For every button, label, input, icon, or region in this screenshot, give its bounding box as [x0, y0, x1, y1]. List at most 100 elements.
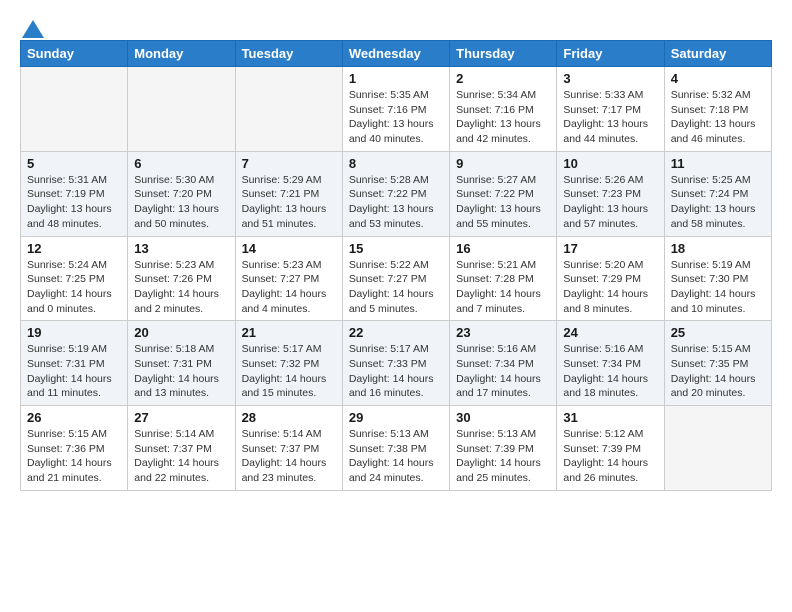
calendar-cell: 9Sunrise: 5:27 AM Sunset: 7:22 PM Daylig… — [450, 151, 557, 236]
day-number: 31 — [563, 410, 657, 425]
page-header — [20, 20, 772, 34]
cell-content: Sunrise: 5:35 AM Sunset: 7:16 PM Dayligh… — [349, 88, 443, 147]
calendar-cell: 19 Sunrise: 5:19 AM Sunset: 7:31 PM Dayli… — [21, 321, 128, 406]
day-number: 19 — [27, 325, 121, 340]
calendar-cell: 10 Sunrise: 5:26 AM Sunset: 7:23 PM Dayli… — [557, 151, 664, 236]
calendar-cell: 15 Sunrise: 5:22 AM Sunset: 7:27 PM Dayli… — [342, 236, 449, 321]
cell-content: Sunrise: 5:19 AM Sunset: 7:31 PM Dayligh… — [27, 342, 121, 401]
calendar-cell: 12 Sunrise: 5:24 AM Sunset: 7:25 PM Dayli… — [21, 236, 128, 321]
cell-content: Sunrise: 5:31 AM Sunset: 7:19 PM Dayligh… — [27, 173, 121, 232]
calendar-cell: 24 Sunrise: 5:16 AM Sunset: 7:34 PM Dayli… — [557, 321, 664, 406]
cell-content: Sunrise: 5:29 AM Sunset: 7:21 PM Dayligh… — [242, 173, 336, 232]
calendar-cell: 13 Sunrise: 5:23 AM Sunset: 7:26 PM Dayli… — [128, 236, 235, 321]
calendar-cell: 4 Sunrise: 5:32 AM Sunset: 7:18 PM Daylig… — [664, 67, 771, 152]
cell-content: Sunrise: 5:14 AM Sunset: 7:37 PM Dayligh… — [242, 427, 336, 486]
cell-content: Sunrise: 5:13 AM Sunset: 7:38 PM Dayligh… — [349, 427, 443, 486]
calendar-cell: 14Sunrise: 5:23 AM Sunset: 7:27 PM Dayli… — [235, 236, 342, 321]
calendar-week-row: 1 Sunrise: 5:35 AM Sunset: 7:16 PM Daylig… — [21, 67, 772, 152]
calendar-cell: 8 Sunrise: 5:28 AM Sunset: 7:22 PM Daylig… — [342, 151, 449, 236]
day-number: 16 — [456, 241, 550, 256]
day-number: 6 — [134, 156, 228, 171]
cell-content: Sunrise: 5:12 AM Sunset: 7:39 PM Dayligh… — [563, 427, 657, 486]
cell-content: Sunrise: 5:24 AM Sunset: 7:25 PM Dayligh… — [27, 258, 121, 317]
calendar-cell: 5Sunrise: 5:31 AM Sunset: 7:19 PM Daylig… — [21, 151, 128, 236]
calendar-cell: 1 Sunrise: 5:35 AM Sunset: 7:16 PM Daylig… — [342, 67, 449, 152]
day-number: 17 — [563, 241, 657, 256]
day-number: 21 — [242, 325, 336, 340]
calendar-cell: 25 Sunrise: 5:15 AM Sunset: 7:35 PM Dayli… — [664, 321, 771, 406]
calendar-cell: 30Sunrise: 5:13 AM Sunset: 7:39 PM Dayli… — [450, 406, 557, 491]
day-number: 9 — [456, 156, 550, 171]
weekday-header-saturday: Saturday — [664, 41, 771, 67]
cell-content: Sunrise: 5:15 AM Sunset: 7:36 PM Dayligh… — [27, 427, 121, 486]
calendar-cell: 11 Sunrise: 5:25 AM Sunset: 7:24 PM Dayli… — [664, 151, 771, 236]
day-number: 2 — [456, 71, 550, 86]
calendar-week-row: 19 Sunrise: 5:19 AM Sunset: 7:31 PM Dayli… — [21, 321, 772, 406]
cell-content: Sunrise: 5:26 AM Sunset: 7:23 PM Dayligh… — [563, 173, 657, 232]
weekday-header-tuesday: Tuesday — [235, 41, 342, 67]
day-number: 11 — [671, 156, 765, 171]
cell-content: Sunrise: 5:15 AM Sunset: 7:35 PM Dayligh… — [671, 342, 765, 401]
calendar-cell — [21, 67, 128, 152]
cell-content: Sunrise: 5:13 AM Sunset: 7:39 PM Dayligh… — [456, 427, 550, 486]
calendar-week-row: 12 Sunrise: 5:24 AM Sunset: 7:25 PM Dayli… — [21, 236, 772, 321]
calendar-cell: 16 Sunrise: 5:21 AM Sunset: 7:28 PM Dayli… — [450, 236, 557, 321]
calendar-cell: 23Sunrise: 5:16 AM Sunset: 7:34 PM Dayli… — [450, 321, 557, 406]
day-number: 10 — [563, 156, 657, 171]
calendar-cell: 18 Sunrise: 5:19 AM Sunset: 7:30 PM Dayli… — [664, 236, 771, 321]
calendar-cell: 27 Sunrise: 5:14 AM Sunset: 7:37 PM Dayli… — [128, 406, 235, 491]
calendar-cell: 29Sunrise: 5:13 AM Sunset: 7:38 PM Dayli… — [342, 406, 449, 491]
day-number: 27 — [134, 410, 228, 425]
day-number: 4 — [671, 71, 765, 86]
calendar-cell: 22Sunrise: 5:17 AM Sunset: 7:33 PM Dayli… — [342, 321, 449, 406]
cell-content: Sunrise: 5:20 AM Sunset: 7:29 PM Dayligh… — [563, 258, 657, 317]
logo — [20, 20, 44, 34]
cell-content: Sunrise: 5:33 AM Sunset: 7:17 PM Dayligh… — [563, 88, 657, 147]
weekday-header-sunday: Sunday — [21, 41, 128, 67]
cell-content: Sunrise: 5:30 AM Sunset: 7:20 PM Dayligh… — [134, 173, 228, 232]
cell-content: Sunrise: 5:25 AM Sunset: 7:24 PM Dayligh… — [671, 173, 765, 232]
day-number: 23 — [456, 325, 550, 340]
cell-content: Sunrise: 5:17 AM Sunset: 7:33 PM Dayligh… — [349, 342, 443, 401]
calendar-cell: 21 Sunrise: 5:17 AM Sunset: 7:32 PM Dayli… — [235, 321, 342, 406]
calendar-cell: 20 Sunrise: 5:18 AM Sunset: 7:31 PM Dayli… — [128, 321, 235, 406]
calendar-cell: 2 Sunrise: 5:34 AM Sunset: 7:16 PM Daylig… — [450, 67, 557, 152]
calendar-cell — [128, 67, 235, 152]
cell-content: Sunrise: 5:23 AM Sunset: 7:27 PM Dayligh… — [242, 258, 336, 317]
calendar-cell: 17 Sunrise: 5:20 AM Sunset: 7:29 PM Dayli… — [557, 236, 664, 321]
day-number: 20 — [134, 325, 228, 340]
cell-content: Sunrise: 5:28 AM Sunset: 7:22 PM Dayligh… — [349, 173, 443, 232]
cell-content: Sunrise: 5:32 AM Sunset: 7:18 PM Dayligh… — [671, 88, 765, 147]
day-number: 13 — [134, 241, 228, 256]
day-number: 15 — [349, 241, 443, 256]
cell-content: Sunrise: 5:16 AM Sunset: 7:34 PM Dayligh… — [563, 342, 657, 401]
day-number: 12 — [27, 241, 121, 256]
cell-content: Sunrise: 5:21 AM Sunset: 7:28 PM Dayligh… — [456, 258, 550, 317]
day-number: 18 — [671, 241, 765, 256]
calendar-cell: 26 Sunrise: 5:15 AM Sunset: 7:36 PM Dayli… — [21, 406, 128, 491]
calendar-week-row: 26 Sunrise: 5:15 AM Sunset: 7:36 PM Dayli… — [21, 406, 772, 491]
cell-content: Sunrise: 5:17 AM Sunset: 7:32 PM Dayligh… — [242, 342, 336, 401]
calendar-cell: 3Sunrise: 5:33 AM Sunset: 7:17 PM Daylig… — [557, 67, 664, 152]
weekday-header-row: SundayMondayTuesdayWednesdayThursdayFrid… — [21, 41, 772, 67]
calendar-cell: 6 Sunrise: 5:30 AM Sunset: 7:20 PM Daylig… — [128, 151, 235, 236]
day-number: 26 — [27, 410, 121, 425]
day-number: 24 — [563, 325, 657, 340]
day-number: 8 — [349, 156, 443, 171]
cell-content: Sunrise: 5:19 AM Sunset: 7:30 PM Dayligh… — [671, 258, 765, 317]
cell-content: Sunrise: 5:23 AM Sunset: 7:26 PM Dayligh… — [134, 258, 228, 317]
day-number: 28 — [242, 410, 336, 425]
cell-content: Sunrise: 5:14 AM Sunset: 7:37 PM Dayligh… — [134, 427, 228, 486]
weekday-header-wednesday: Wednesday — [342, 41, 449, 67]
day-number: 25 — [671, 325, 765, 340]
cell-content: Sunrise: 5:34 AM Sunset: 7:16 PM Dayligh… — [456, 88, 550, 147]
cell-content: Sunrise: 5:22 AM Sunset: 7:27 PM Dayligh… — [349, 258, 443, 317]
weekday-header-monday: Monday — [128, 41, 235, 67]
weekday-header-friday: Friday — [557, 41, 664, 67]
logo-icon — [22, 20, 44, 38]
day-number: 1 — [349, 71, 443, 86]
calendar-cell: 28 Sunrise: 5:14 AM Sunset: 7:37 PM Dayli… — [235, 406, 342, 491]
cell-content: Sunrise: 5:18 AM Sunset: 7:31 PM Dayligh… — [134, 342, 228, 401]
calendar-week-row: 5Sunrise: 5:31 AM Sunset: 7:19 PM Daylig… — [21, 151, 772, 236]
calendar-cell — [664, 406, 771, 491]
